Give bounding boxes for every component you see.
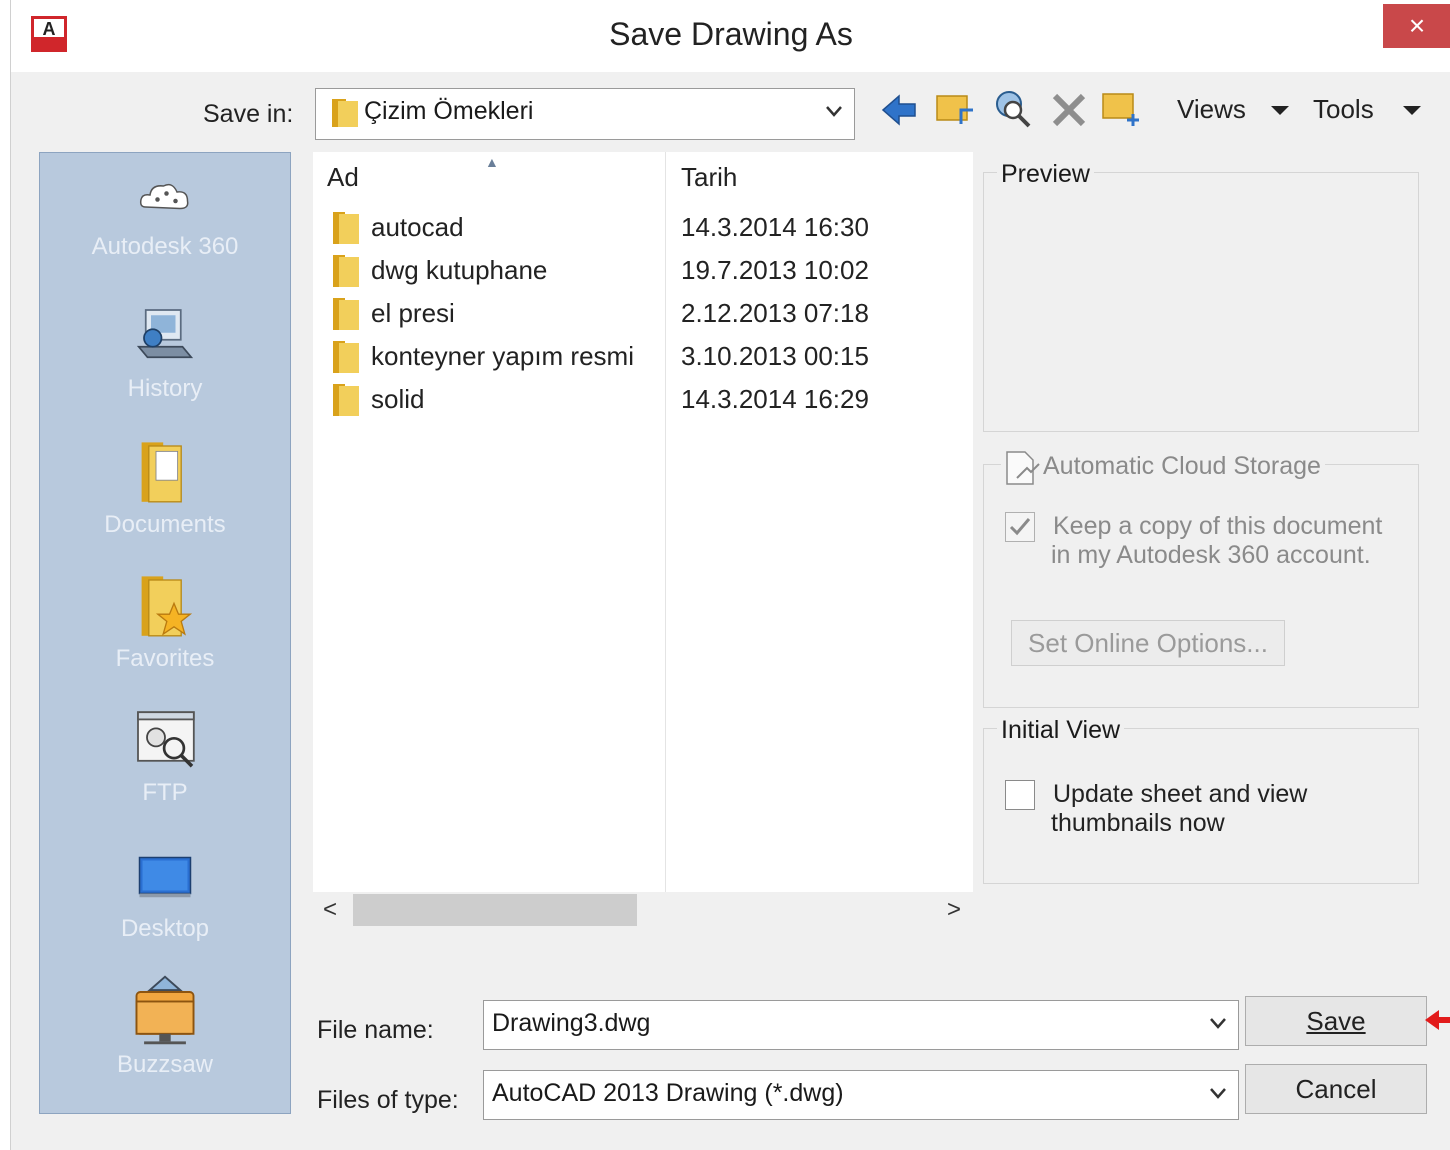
file-name: autocad [371, 212, 464, 242]
column-header-date[interactable]: Tarih [681, 162, 737, 193]
dialog-title: Save Drawing As [609, 16, 853, 52]
place-favorites[interactable]: Favorites [40, 571, 290, 673]
place-label: Desktop [120, 915, 210, 942]
cancel-button[interactable]: Cancel [1245, 1064, 1427, 1114]
place-label: FTP [142, 779, 188, 806]
place-documents[interactable]: Documents [40, 437, 290, 539]
cloud-document-icon [1006, 451, 1040, 485]
views-menu[interactable]: Views [1177, 94, 1246, 125]
file-date: 14.3.2014 16:29 [681, 384, 869, 414]
column-header-name[interactable]: Ad [327, 162, 359, 193]
place-label: Documents [104, 511, 226, 538]
place-autodesk-360[interactable]: Autodesk 360 [40, 171, 290, 261]
keep-copy-label-line1: Keep a copy of this document [1053, 512, 1383, 540]
views-dropdown-icon[interactable] [1271, 106, 1289, 115]
sort-ascending-icon: ▲ [485, 154, 499, 170]
file-name-input[interactable]: Drawing3.dwg [483, 1000, 1239, 1050]
horizontal-scrollbar[interactable]: < > [313, 892, 973, 930]
file-date: 3.10.2013 00:15 [681, 341, 869, 371]
scroll-left-button[interactable]: < [323, 896, 337, 924]
tools-menu[interactable]: Tools [1313, 94, 1374, 125]
pointer-arrow-icon [1425, 1010, 1450, 1030]
up-folder-icon[interactable] [935, 88, 975, 128]
set-online-options-button[interactable]: Set Online Options... [1011, 620, 1285, 666]
keep-copy-label-line2: in my Autodesk 360 account. [1051, 541, 1371, 569]
scroll-right-button[interactable]: > [947, 896, 961, 924]
file-row[interactable]: solid 14.3.2014 16:29 [313, 380, 973, 420]
save-button-label: Save [1306, 1006, 1366, 1036]
favorites-icon [141, 576, 193, 637]
file-type-dropdown[interactable]: AutoCAD 2013 Drawing (*.dwg) [483, 1070, 1239, 1120]
folder-icon [333, 212, 359, 244]
save-in-label: Save in: [203, 100, 294, 128]
update-thumbnails-label-line1: Update sheet and view [1053, 780, 1308, 808]
file-list[interactable]: Ad ▲ Tarih autocad 14.3.2014 16:30 dwg k… [313, 152, 973, 892]
save-drawing-dialog: A Save Drawing As × Save in: Çizim Ömekl… [10, 0, 1450, 1150]
save-button[interactable]: Save [1245, 996, 1427, 1046]
checkmark-icon [1009, 518, 1031, 536]
delete-icon[interactable] [1049, 90, 1089, 130]
folder-icon [333, 298, 359, 330]
chevron-down-icon [1210, 1088, 1226, 1099]
file-name: konteyner yapım resmi [371, 341, 634, 371]
file-name-label: File name: [317, 1016, 434, 1044]
chevron-down-icon[interactable] [1208, 1013, 1228, 1033]
file-row[interactable]: konteyner yapım resmi 3.10.2013 00:15 [313, 337, 973, 377]
initial-view-title: Initial View [997, 716, 1125, 745]
documents-icon [141, 442, 182, 503]
file-type-value: AutoCAD 2013 Drawing (*.dwg) [492, 1079, 844, 1107]
file-row[interactable]: el presi 2.12.2013 07:18 [313, 294, 973, 334]
update-thumbnails-checkbox[interactable] [1005, 780, 1035, 810]
preview-title: Preview [997, 160, 1094, 189]
cloud-storage-title: Automatic Cloud Storage [1001, 452, 1325, 481]
file-date: 2.12.2013 07:18 [681, 298, 869, 328]
cloud-storage-title-text: Automatic Cloud Storage [1043, 452, 1321, 480]
back-arrow-icon[interactable] [879, 90, 919, 130]
tools-dropdown-icon[interactable] [1403, 106, 1421, 115]
file-name: solid [371, 384, 425, 414]
close-button[interactable]: × [1383, 4, 1450, 48]
place-ftp[interactable]: FTP [40, 705, 290, 807]
scrollbar-thumb[interactable] [353, 894, 637, 926]
title-bar: A Save Drawing As × [11, 0, 1450, 72]
file-name-value: Drawing3.dwg [492, 1009, 651, 1037]
place-desktop[interactable]: Desktop [40, 853, 290, 943]
folder-icon [332, 99, 358, 127]
file-name: el presi [371, 298, 455, 328]
file-row[interactable]: autocad 14.3.2014 16:30 [313, 208, 973, 248]
folder-icon [333, 384, 359, 416]
folder-icon [333, 255, 359, 287]
update-thumbnails-label-line2: thumbnails now [1051, 809, 1225, 837]
place-history[interactable]: History [40, 303, 290, 403]
search-web-icon[interactable] [993, 88, 1033, 128]
preview-group [983, 172, 1419, 432]
folder-icon [333, 341, 359, 373]
place-buzzsaw[interactable]: Buzzsaw [40, 973, 290, 1079]
place-label: Buzzsaw [116, 1051, 214, 1078]
cloud-icon [139, 183, 189, 210]
file-date: 19.7.2013 10:02 [681, 255, 869, 285]
chevron-down-icon [826, 106, 842, 117]
file-name: dwg kutuphane [371, 255, 548, 285]
file-row[interactable]: dwg kutuphane 19.7.2013 10:02 [313, 251, 973, 291]
place-label: History [127, 375, 203, 402]
buzzsaw-icon [135, 975, 195, 1045]
history-icon [136, 309, 194, 359]
file-date: 14.3.2014 16:30 [681, 212, 869, 242]
new-folder-icon[interactable] [1101, 88, 1141, 128]
desktop-icon [138, 856, 192, 898]
place-label: Autodesk 360 [91, 233, 239, 260]
place-label: Favorites [115, 645, 215, 672]
save-in-value: Çizim Ömekleri [364, 97, 534, 125]
file-type-label: Files of type: [317, 1086, 459, 1114]
cloud-storage-group [983, 464, 1419, 708]
places-bar: Autodesk 360 History Documents Favorites… [39, 152, 291, 1114]
keep-copy-checkbox[interactable] [1005, 512, 1035, 542]
ftp-icon [137, 711, 195, 768]
save-in-dropdown[interactable]: Çizim Ömekleri [315, 88, 855, 140]
